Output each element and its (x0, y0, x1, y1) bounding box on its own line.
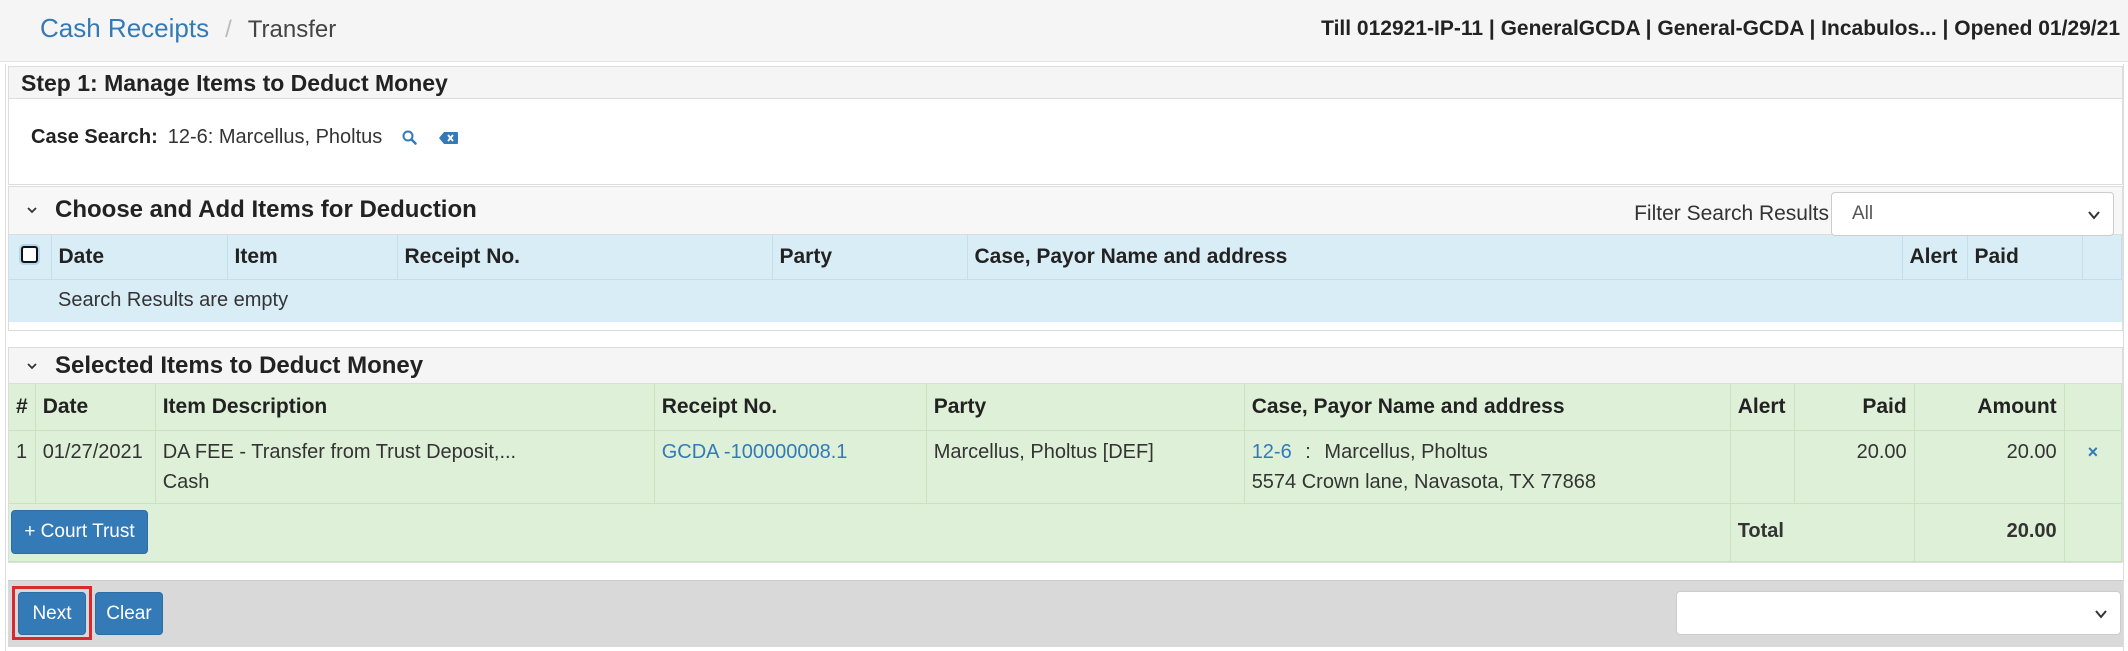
chevron-down-icon (2095, 610, 2107, 619)
filter-select-value: All (1852, 203, 1874, 224)
top-bar: Cash Receipts / Transfer Till 012921-IP-… (0, 0, 2128, 62)
receipt-number-link[interactable]: GCDA -100000008.1 (662, 441, 848, 463)
row-party: Marcellus, Pholtus [DEF] (926, 430, 1245, 504)
search-icon[interactable] (400, 128, 420, 148)
filter-label: Filter Search Results (1634, 202, 1829, 225)
column-header: Item Description (155, 384, 655, 431)
column-header[interactable]: Receipt No. (397, 235, 773, 280)
filter-select[interactable]: All (1831, 192, 2114, 236)
case-search-value: 12-6: Marcellus, Pholtus (167, 126, 383, 148)
remove-row-icon[interactable]: × (2088, 442, 2099, 462)
column-header: Paid (1794, 384, 1915, 431)
column-header: Date (35, 384, 156, 431)
column-header[interactable]: Alert (1902, 235, 1968, 280)
column-header: # (9, 384, 36, 431)
breadcrumb-current: Transfer (247, 16, 337, 43)
total-label: Total (1730, 503, 1915, 562)
case-separator: : (1305, 440, 1311, 463)
breadcrumb: Cash Receipts / Transfer (40, 13, 336, 44)
column-header[interactable]: Case, Payor Name and address (967, 235, 1903, 280)
filter-search-results: Filter Search Results All (1634, 192, 2114, 236)
row-item-description: DA FEE - Transfer from Trust Deposit,...… (155, 430, 655, 504)
add-court-trust-button[interactable]: + Court Trust (11, 509, 148, 554)
column-header: Case, Payor Name and address (1244, 384, 1731, 431)
table-row: 1 01/27/2021 DA FEE - Transfer from Trus… (9, 430, 2123, 504)
case-search: Case Search: 12-6: Marcellus, Pholtus (31, 126, 459, 149)
footer-select[interactable] (1676, 591, 2121, 635)
empty-results-row: Search Results are empty (9, 279, 2122, 322)
column-header: Amount (1914, 384, 2065, 431)
payor-address: 5574 Crown lane, Navasota, TX 77868 (1251, 470, 1596, 493)
till-info: Till 012921-IP-11 | GeneralGCDA | Genera… (1321, 17, 2120, 40)
row-paid: 20.00 (1794, 430, 1915, 504)
payor-name: Marcellus, Pholtus (1324, 440, 1488, 463)
selected-items-header: Selected Items to Deduct Money (9, 348, 2122, 384)
row-case-payor: 12-6 : Marcellus, Pholtus 5574 Crown lan… (1244, 430, 1731, 504)
chevron-down-icon[interactable] (25, 359, 39, 373)
breadcrumb-separator: / (225, 16, 232, 43)
column-header: Receipt No. (654, 384, 927, 431)
choose-items-section: Choose and Add Items for Deduction Filte… (8, 186, 2123, 331)
selected-items-header-row: # Date Item Description Receipt No. Part… (9, 384, 2123, 431)
item-description-line1: DA FEE - Transfer from Trust Deposit,... (162, 440, 517, 463)
row-date: 01/27/2021 (35, 430, 156, 504)
clear-button[interactable]: Clear (95, 592, 163, 635)
step1-panel: Step 1: Manage Items to Deduct Money Cas… (8, 66, 2123, 185)
breadcrumb-cash-receipts-link[interactable]: Cash Receipts (40, 13, 209, 44)
column-header[interactable]: Party (772, 235, 968, 280)
column-header[interactable]: Paid (1967, 235, 2083, 280)
column-header: Party (926, 384, 1245, 431)
chevron-down-icon[interactable] (25, 203, 39, 217)
case-number-link[interactable]: 12-6 (1252, 441, 1292, 463)
empty-results-message: Search Results are empty (51, 279, 2122, 322)
total-amount: 20.00 (1914, 503, 2065, 562)
total-row: + Court Trust Total 20.00 (9, 503, 2123, 562)
selected-items-section: Selected Items to Deduct Money # Date It… (8, 347, 2123, 563)
choose-items-title: Choose and Add Items for Deduction (55, 196, 477, 223)
select-all-checkbox[interactable] (21, 245, 39, 263)
selected-items-table: # Date Item Description Receipt No. Part… (9, 384, 2123, 562)
row-alert (1730, 430, 1795, 504)
column-header[interactable]: Date (51, 235, 228, 280)
search-results-header-row: Date Item Receipt No. Party Case, Payor … (9, 235, 2122, 280)
selected-items-title: Selected Items to Deduct Money (55, 352, 424, 379)
action-footer: Next Clear (8, 580, 2123, 647)
step1-title: Step 1: Manage Items to Deduct Money (9, 67, 2122, 99)
column-header: Alert (1730, 384, 1795, 431)
clear-search-icon[interactable] (438, 128, 459, 148)
next-button[interactable]: Next (18, 592, 86, 635)
search-results-table: Date Item Receipt No. Party Case, Payor … (9, 235, 2122, 322)
row-number: 1 (9, 430, 36, 504)
row-amount: 20.00 (1914, 430, 2065, 504)
choose-items-header: Choose and Add Items for Deduction Filte… (9, 187, 2122, 236)
chevron-down-icon (2088, 211, 2100, 220)
case-search-label: Case Search: (31, 126, 158, 148)
item-description-line2: Cash (162, 470, 210, 493)
column-header[interactable]: Item (227, 235, 398, 280)
